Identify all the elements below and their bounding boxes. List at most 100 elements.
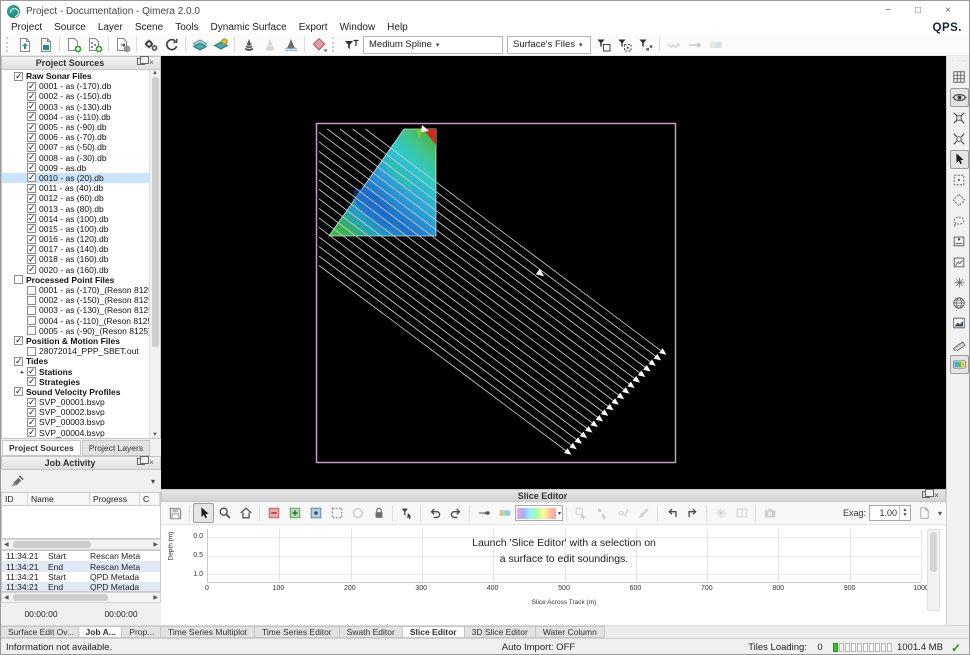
checkbox[interactable] <box>27 306 36 315</box>
colormap-select[interactable]: ▾ <box>515 505 563 521</box>
tree-item[interactable]: ✓0008 - as (-30).db <box>2 153 149 163</box>
tree-item[interactable]: 28072014_PPP_SBET.out <box>2 346 149 356</box>
checkbox[interactable]: ✓ <box>27 367 36 376</box>
checkbox[interactable]: ✓ <box>27 153 36 162</box>
tree-item[interactable]: ✓0009 - as.db <box>2 163 149 173</box>
tab-time-series-editor[interactable]: Time Series Editor <box>255 626 340 638</box>
redo-icon[interactable] <box>445 503 466 523</box>
checkbox[interactable]: ✓ <box>27 235 36 244</box>
select-box-icon[interactable] <box>326 503 347 523</box>
tab-prop-[interactable]: Prop... <box>122 626 161 638</box>
toolbar-grip[interactable] <box>6 37 11 52</box>
checkbox[interactable]: ✓ <box>27 163 36 172</box>
tree-item[interactable]: ✓0006 - as (-70).db <box>2 132 149 142</box>
menu-dynamic-surface[interactable]: Dynamic Surface <box>205 22 293 33</box>
tab-3d-slice-editor[interactable]: 3D Slice Editor <box>465 626 536 638</box>
track-point-icon[interactable] <box>473 503 494 523</box>
checkbox[interactable] <box>27 347 36 356</box>
box-select-icon[interactable] <box>950 170 969 189</box>
menu-window[interactable]: Window <box>334 22 382 33</box>
job-table-hscroll[interactable]: ◀ ▶ <box>1 539 161 550</box>
sonar-grid-icon[interactable] <box>280 35 301 55</box>
checkbox[interactable]: ✓ <box>27 123 36 132</box>
tab-slice-editor[interactable]: Slice Editor <box>403 626 465 638</box>
checkbox[interactable]: ✓ <box>27 265 36 274</box>
tree-item[interactable]: ✓0018 - as (160).db <box>2 254 149 264</box>
checkbox[interactable]: ✓ <box>27 408 36 417</box>
exag-value[interactable]: 1.00 <box>870 506 899 520</box>
tree-item[interactable]: ✓Raw Sonar Files <box>2 71 149 81</box>
open-project-icon[interactable] <box>14 35 35 55</box>
menu-export[interactable]: Export <box>293 22 334 33</box>
float-panel-icon[interactable] <box>135 58 146 68</box>
surface-files-select[interactable]: Surface's Files ▾ <box>507 36 591 54</box>
checkbox[interactable]: ✓ <box>27 133 36 142</box>
menu-source[interactable]: Source <box>48 22 92 33</box>
float-panel-icon[interactable] <box>920 491 931 501</box>
rotate-view-icon[interactable] <box>950 88 969 107</box>
add-raw-sonar-icon[interactable] <box>63 35 84 55</box>
lock-icon[interactable] <box>368 503 389 523</box>
save-project-icon[interactable] <box>35 35 56 55</box>
checkbox[interactable]: ✓ <box>27 418 36 427</box>
checkbox[interactable]: ✓ <box>14 336 23 345</box>
checkbox[interactable]: ✓ <box>27 143 36 152</box>
tree-item[interactable]: ✓SVP_00004.bsvp <box>2 428 149 438</box>
prev-slice-icon[interactable] <box>661 503 682 523</box>
scroll-right-icon[interactable]: ▶ <box>151 541 160 548</box>
plot-scrollbar[interactable] <box>927 529 940 611</box>
tree-item[interactable]: ✓0017 - as (140).db <box>2 244 149 254</box>
minimize-button[interactable]: − <box>873 2 903 20</box>
spline-filter-select[interactable]: Medium Spline ▾ <box>363 36 503 54</box>
undo-icon[interactable] <box>424 503 445 523</box>
processing-settings-icon[interactable] <box>140 35 161 55</box>
scroll-left-icon[interactable]: ◀ <box>2 541 11 548</box>
select-cursor-icon[interactable] <box>950 150 969 169</box>
tree-item[interactable]: Processed Point Files <box>2 275 149 285</box>
subtab-project-layers[interactable]: Project Layers <box>82 440 150 456</box>
rail-grip[interactable]: · · · <box>952 58 966 66</box>
zoom-tool-icon[interactable] <box>214 503 235 523</box>
tree-item[interactable]: ✓0001 - as (-170).db <box>2 81 149 91</box>
job-log-hscroll[interactable]: ◀ ▶ <box>1 592 161 603</box>
col-name[interactable]: Name <box>28 493 90 505</box>
close-button[interactable]: × <box>933 2 963 20</box>
save-icon[interactable] <box>165 503 186 523</box>
checkbox[interactable]: ✓ <box>27 92 36 101</box>
checkbox[interactable]: ✓ <box>27 112 36 121</box>
box-area-edit-icon[interactable] <box>950 252 969 271</box>
checkbox[interactable]: ✓ <box>27 173 36 182</box>
lasso-select-icon[interactable] <box>950 211 969 230</box>
colormap-small-icon[interactable] <box>494 503 515 523</box>
exag-spinbox[interactable]: 1.00 ▲▼ <box>869 505 911 521</box>
checkbox[interactable]: ✓ <box>14 357 23 366</box>
menu-project[interactable]: Project <box>5 22 48 33</box>
tab-swath-editor[interactable]: Swath Editor <box>340 626 403 638</box>
tree-item[interactable]: ✓0003 - as (-130).db <box>2 102 149 112</box>
tab-time-series-multiplot[interactable]: Time Series Multiplot <box>161 626 255 638</box>
tree-item[interactable]: ✓Tides <box>2 356 149 366</box>
checkbox[interactable]: ✓ <box>27 214 36 223</box>
tab-water-column[interactable]: Water Column <box>536 626 605 638</box>
checkbox[interactable] <box>27 296 36 305</box>
box-point-edit-icon[interactable] <box>950 232 969 251</box>
filter-extents-icon[interactable] <box>635 35 656 55</box>
zoom-extents-icon[interactable] <box>950 109 969 128</box>
menu-layer[interactable]: Layer <box>92 22 129 33</box>
tree-item[interactable]: ✓0014 - as (100).db <box>2 214 149 224</box>
col-progress[interactable]: Progress <box>90 493 140 505</box>
tree-item[interactable]: ✓0013 - as (80).db <box>2 203 149 213</box>
tree-item[interactable]: ✓0004 - as (-110).db <box>2 112 149 122</box>
scroll-up-icon[interactable]: ▲ <box>152 70 158 76</box>
panel-menu-chevron-icon[interactable]: ▾ <box>938 509 942 518</box>
filter-selection-icon[interactable] <box>614 35 635 55</box>
log-row[interactable]: 11:34:21EndRescan Meta <box>2 561 160 571</box>
checkbox[interactable] <box>27 326 36 335</box>
tree-item[interactable]: ✓0020 - as (160).db <box>2 265 149 275</box>
menu-help[interactable]: Help <box>381 22 414 33</box>
checkbox[interactable] <box>14 275 23 284</box>
tree-item[interactable]: ▸✓Stations <box>2 366 149 376</box>
zoom-selection-icon[interactable] <box>950 129 969 148</box>
filter-pointer-icon[interactable] <box>396 503 417 523</box>
checkbox[interactable]: ✓ <box>27 102 36 111</box>
